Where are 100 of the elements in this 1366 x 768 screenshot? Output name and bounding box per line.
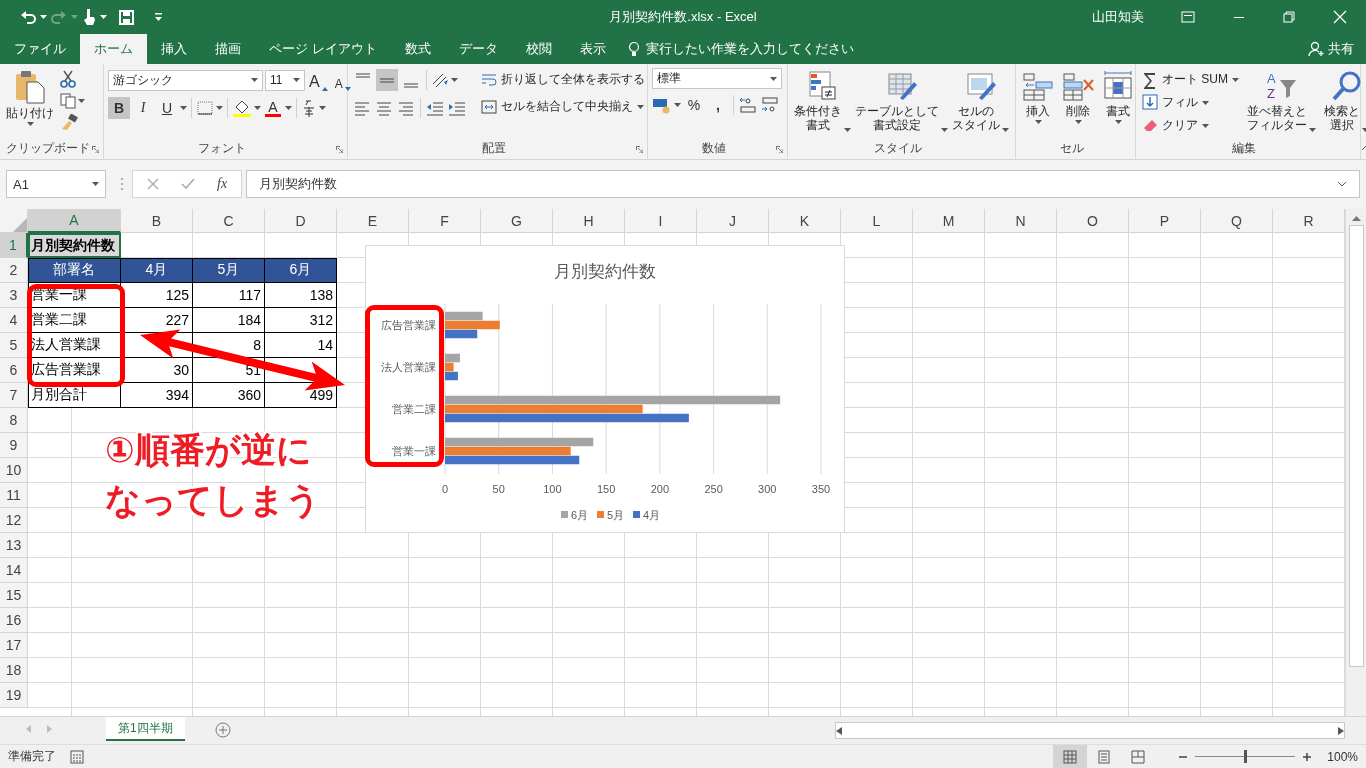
row-header[interactable]: 8 bbox=[0, 408, 28, 433]
caret-icon[interactable] bbox=[941, 128, 948, 132]
comma-button[interactable]: , bbox=[707, 94, 729, 116]
zoom-level[interactable]: 100% bbox=[1327, 749, 1358, 764]
border-icon[interactable] bbox=[196, 100, 214, 116]
chart[interactable]: 月別契約件数 0 50 100 150 200 250 300 350 広告営業課 法人営業課 営業二課 営業一課 6月 5月 4月 bbox=[365, 245, 845, 533]
copy-icon[interactable] bbox=[60, 93, 76, 109]
merge-center-button[interactable]: セルを結合して中央揃え bbox=[479, 95, 647, 118]
column-header[interactable]: F bbox=[409, 209, 481, 233]
column-header[interactable]: R bbox=[1273, 209, 1345, 233]
caret-icon[interactable] bbox=[770, 76, 777, 81]
row-header[interactable]: 4 bbox=[0, 308, 28, 333]
add-sheet-icon[interactable] bbox=[214, 722, 231, 738]
caret-icon[interactable] bbox=[451, 78, 458, 82]
wrap-text-button[interactable]: 折り返して全体を表示する bbox=[479, 68, 647, 91]
ribbon-tab[interactable]: ファイル bbox=[0, 34, 80, 64]
fill-button[interactable]: フィル bbox=[1140, 91, 1241, 114]
row-header[interactable]: 1 bbox=[0, 233, 28, 258]
conditional-format-button[interactable]: 条件付き 書式 bbox=[792, 68, 853, 137]
row-header[interactable]: 5 bbox=[0, 333, 28, 358]
find-select-button[interactable]: 検索と 選択 bbox=[1322, 68, 1366, 137]
autosum-button[interactable]: オート SUM bbox=[1140, 68, 1241, 91]
legend-item[interactable]: 4月 bbox=[633, 509, 661, 521]
scroll-up-icon[interactable] bbox=[1351, 215, 1361, 221]
caret-icon[interactable] bbox=[92, 182, 99, 186]
font-name-field[interactable]: 游ゴシック bbox=[108, 69, 263, 91]
row-header[interactable]: 17 bbox=[0, 633, 28, 658]
drag-handle-icon[interactable] bbox=[120, 177, 124, 191]
row-header[interactable]: 14 bbox=[0, 558, 28, 583]
row-header[interactable]: 7 bbox=[0, 383, 28, 408]
row-header[interactable]: 13 bbox=[0, 533, 28, 558]
column-header[interactable]: K bbox=[769, 209, 841, 233]
dialog-launcher-icon[interactable] bbox=[92, 146, 99, 153]
column-header[interactable]: D bbox=[265, 209, 337, 233]
row-header[interactable]: 6 bbox=[0, 358, 28, 383]
caret-icon[interactable] bbox=[1034, 120, 1042, 124]
caret-icon[interactable] bbox=[1114, 120, 1122, 124]
column-header[interactable]: J bbox=[697, 209, 769, 233]
caret-icon[interactable] bbox=[637, 104, 644, 109]
legend-item[interactable]: 5月 bbox=[597, 509, 625, 521]
font-color-button[interactable]: A bbox=[263, 99, 283, 117]
undo-icon[interactable] bbox=[20, 9, 36, 25]
shrink-font-button[interactable]: A bbox=[331, 69, 354, 91]
caret-icon[interactable] bbox=[216, 106, 223, 110]
row-header[interactable]: 19 bbox=[0, 683, 28, 708]
italic-button[interactable]: I bbox=[132, 97, 154, 119]
column-header[interactable]: M bbox=[913, 209, 985, 233]
customize-icon[interactable] bbox=[154, 13, 163, 21]
caret-icon[interactable] bbox=[251, 78, 258, 82]
dialog-launcher-icon[interactable] bbox=[336, 146, 343, 153]
insert-function-button[interactable]: fx bbox=[217, 176, 228, 192]
normal-view-button[interactable] bbox=[1053, 744, 1088, 768]
caret-icon[interactable] bbox=[254, 106, 261, 110]
caret-icon[interactable] bbox=[180, 106, 187, 110]
column-header[interactable]: N bbox=[985, 209, 1057, 233]
number-format-field[interactable]: 標準 bbox=[652, 68, 782, 89]
tell-me-field[interactable]: 実行したい作業を入力してください bbox=[645, 40, 854, 58]
restore-icon[interactable] bbox=[1283, 11, 1295, 23]
bar[interactable] bbox=[445, 371, 458, 381]
font-size-field[interactable]: 11 bbox=[265, 69, 305, 91]
row-header[interactable]: 2 bbox=[0, 258, 28, 283]
row-header[interactable]: 18 bbox=[0, 658, 28, 683]
percent-button[interactable]: % bbox=[683, 94, 705, 116]
sort-filter-button[interactable]: A Z 並べ替えと フィルター bbox=[1245, 68, 1318, 137]
formula-field[interactable]: 月別契約件数 bbox=[259, 175, 338, 193]
orientation-icon[interactable] bbox=[431, 72, 449, 88]
bar[interactable] bbox=[445, 329, 478, 339]
decrease-decimal-icon[interactable] bbox=[760, 96, 780, 114]
caret-icon[interactable] bbox=[100, 15, 107, 19]
scroll-right-icon[interactable] bbox=[1338, 726, 1344, 735]
caret-icon[interactable] bbox=[1002, 128, 1009, 132]
phonetic-icon[interactable] bbox=[301, 99, 317, 117]
column-header[interactable]: B bbox=[121, 209, 193, 233]
scissors-icon[interactable] bbox=[60, 70, 76, 88]
expand-icon[interactable] bbox=[1337, 181, 1347, 187]
row-header[interactable]: 10 bbox=[0, 458, 28, 483]
scroll-thumb[interactable] bbox=[1348, 225, 1364, 667]
caret-icon[interactable] bbox=[293, 78, 300, 82]
zoom-in-icon[interactable] bbox=[1303, 752, 1312, 761]
fill-color-icon[interactable] bbox=[232, 99, 252, 117]
save-icon[interactable] bbox=[119, 9, 134, 25]
ribbon-tab[interactable]: 校閲 bbox=[511, 34, 566, 64]
ribbon-tab[interactable]: 描画 bbox=[201, 34, 255, 64]
touch-icon[interactable] bbox=[82, 8, 96, 26]
bold-button[interactable]: B bbox=[108, 97, 130, 119]
bar[interactable] bbox=[445, 455, 580, 465]
insert-button[interactable]: 挿入 bbox=[1020, 68, 1056, 137]
row-header[interactable]: 9 bbox=[0, 433, 28, 458]
close-icon[interactable] bbox=[1333, 10, 1347, 24]
grow-font-button[interactable]: A bbox=[307, 69, 330, 91]
ribbon-tab[interactable]: 挿入 bbox=[147, 34, 201, 64]
share-button[interactable]: 共有 bbox=[1296, 34, 1366, 64]
zoom-slider[interactable] bbox=[1244, 750, 1248, 763]
column-header[interactable]: A bbox=[28, 209, 121, 233]
row-header[interactable]: 15 bbox=[0, 583, 28, 608]
ribbon-tab[interactable]: ページ レイアウト bbox=[255, 34, 391, 64]
caret-icon[interactable] bbox=[1202, 123, 1209, 128]
row-header[interactable]: 11 bbox=[0, 483, 28, 508]
row-header[interactable]: 16 bbox=[0, 608, 28, 633]
cell-styles-button[interactable]: セルの スタイル bbox=[950, 68, 1011, 137]
